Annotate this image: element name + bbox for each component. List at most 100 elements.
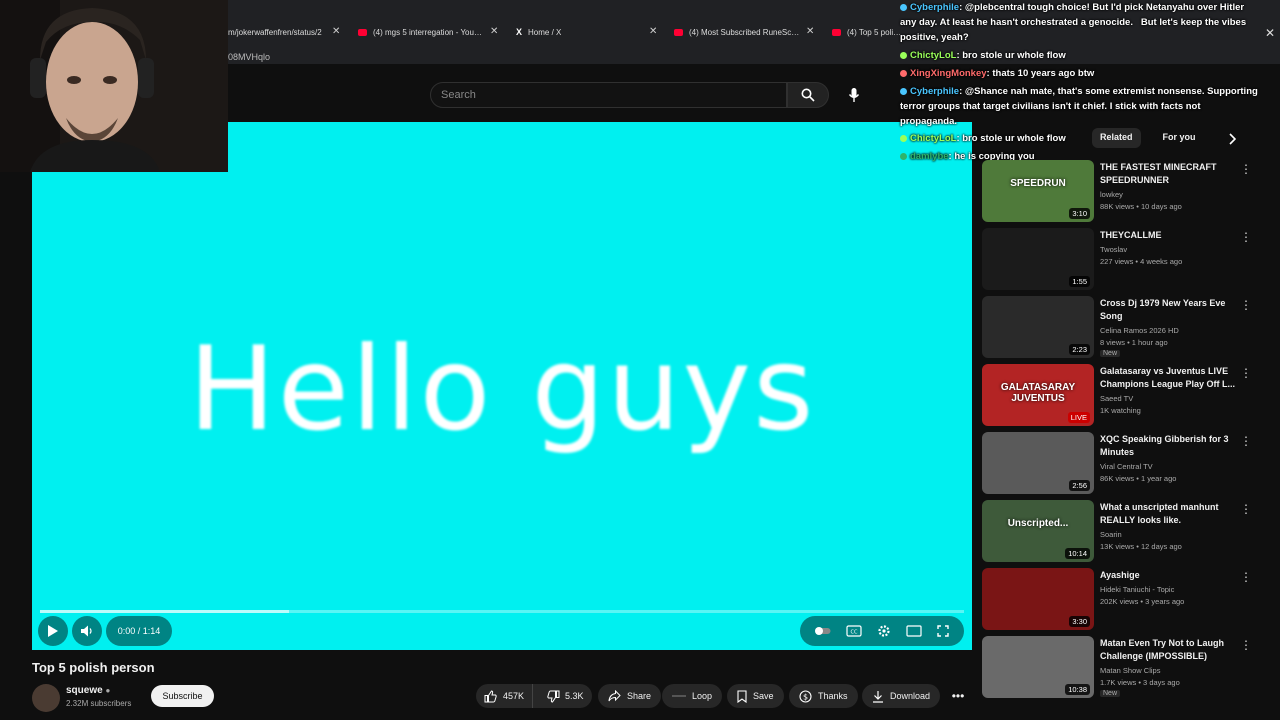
video-thumbnail[interactable]: 2:23 — [982, 296, 1094, 358]
chat-username[interactable]: ChictyLoL — [910, 50, 956, 61]
video-thumbnail[interactable]: 10:38 — [982, 636, 1094, 698]
browser-tab-label: (4) mgs 5 interregation - YouTube — [373, 27, 484, 37]
recommendation-channel[interactable]: Hideki Taniuchi - Topic — [1100, 585, 1174, 594]
recommendation-meta: 1K watching — [1100, 406, 1141, 415]
recommendation-item[interactable]: 2:23 Cross Dj 1979 New Years Eve Song Celi… — [982, 296, 1272, 362]
settings-gear-icon[interactable] — [877, 624, 891, 638]
video-thumbnail[interactable]: 2:56 — [982, 432, 1094, 494]
video-thumbnail[interactable]: 1:55 — [982, 228, 1094, 290]
recommendation-item[interactable]: 10:38 Matan Even Try Not to Laugh Challen… — [982, 636, 1272, 702]
recommendation-meta: 227 views • 4 weeks ago — [1100, 257, 1183, 266]
chat-username[interactable]: Cyberphile — [910, 86, 959, 97]
like-dislike-group: 457K 5.3K — [476, 684, 592, 708]
more-vertical-icon[interactable]: ⋮ — [1240, 434, 1252, 448]
volume-button[interactable] — [72, 616, 102, 646]
browser-tab-1[interactable]: (4) mgs 5 interregation - YouTube — [358, 24, 484, 40]
subscriber-count: 2.32M subscribers — [66, 699, 132, 708]
recommendation-title[interactable]: Ayashige — [1100, 569, 1240, 582]
address-bar[interactable]: 08MVHqlo — [228, 52, 270, 70]
video-duration: LIVE — [1067, 412, 1090, 423]
channel-name[interactable]: squewe ● — [66, 685, 110, 696]
recommendation-channel[interactable]: Viral Central TV — [1100, 462, 1153, 471]
recommendation-channel[interactable]: Celina Ramos 2026 HD — [1100, 326, 1179, 335]
like-button[interactable]: 457K — [476, 684, 534, 708]
recommendation-title[interactable]: Galatasaray vs Juventus LIVE Champions L… — [1100, 365, 1240, 391]
recommendation-title[interactable]: THE FASTEST MINECRAFT SPEEDRUNNER — [1100, 161, 1240, 187]
more-vertical-icon[interactable]: ⋮ — [1240, 570, 1252, 584]
recommendation-title[interactable]: THEYCALLME — [1100, 229, 1240, 242]
close-icon[interactable]: ✕ — [649, 26, 657, 37]
loop-label: Loop — [692, 691, 713, 701]
download-button[interactable]: Download — [862, 684, 941, 708]
recommendation-channel[interactable]: Soarin — [1100, 530, 1122, 539]
browser-tab-3[interactable]: (4) Most Subscribed RuneScape — [674, 24, 800, 40]
voice-search-button[interactable] — [840, 81, 868, 109]
browser-tab-0[interactable]: m/jokerwaffenfren/status/2 — [228, 24, 328, 40]
autoplay-toggle-icon[interactable] — [815, 626, 831, 636]
close-icon[interactable]: ✕ — [806, 26, 814, 37]
recommendation-item[interactable]: GALATASARAY JUVENTUS LIVE Galatasaray vs J… — [982, 364, 1272, 430]
video-thumbnail[interactable]: 3:30 — [982, 568, 1094, 630]
user-badge-icon — [900, 51, 907, 59]
chat-username[interactable]: ChictyLoL — [910, 133, 956, 144]
user-badge-icon — [900, 87, 907, 95]
more-vertical-icon[interactable]: ⋮ — [1240, 502, 1252, 516]
loop-button[interactable]: Loop — [662, 684, 723, 708]
play-button[interactable] — [38, 616, 68, 646]
video-thumbnail[interactable]: GALATASARAY JUVENTUS LIVE — [982, 364, 1094, 426]
recommendation-item[interactable]: 1:55 THEYCALLME Twoslav 227 views • 4 weeks… — [982, 228, 1272, 294]
recommendation-channel[interactable]: Matan Show Clips — [1100, 666, 1160, 675]
more-vertical-icon[interactable]: ⋮ — [1240, 366, 1252, 380]
recommendation-channel[interactable]: Twoslav — [1100, 245, 1127, 254]
chat-message: ChictyLoL: bro stole ur whole flow — [900, 131, 1260, 146]
save-label: Save — [753, 691, 774, 701]
close-icon[interactable]: ✕ — [490, 26, 498, 37]
progress-bar[interactable] — [40, 610, 964, 613]
video-duration: 2:56 — [1069, 480, 1090, 491]
subscribe-button[interactable]: Subscribe — [151, 685, 214, 707]
new-badge: New — [1100, 350, 1121, 357]
thanks-button[interactable]: $ Thanks — [789, 684, 858, 708]
more-vertical-icon[interactable]: ⋮ — [1240, 298, 1252, 312]
thumbs-up-icon — [484, 689, 497, 702]
recommendation-item[interactable]: SPEEDRUN 3:10 THE FASTEST MINECRAFT SPEEDR… — [982, 160, 1272, 226]
video-player[interactable]: Hello guys 0:00 / 1:14 CC — [32, 122, 972, 650]
save-button[interactable]: Save — [727, 684, 784, 708]
recommendation-title[interactable]: XQC Speaking Gibberish for 3 Minutes — [1100, 433, 1240, 459]
search-input[interactable]: Search — [430, 82, 787, 108]
user-badge-icon — [900, 69, 907, 77]
recommendation-channel[interactable]: Saeed TV — [1100, 394, 1133, 403]
fullscreen-icon[interactable] — [936, 625, 949, 637]
video-thumbnail[interactable]: SPEEDRUN 3:10 — [982, 160, 1094, 222]
browser-tab-4[interactable]: (4) Top 5 polish person - YouTube — [832, 24, 902, 40]
dislike-button[interactable]: 5.3K — [539, 684, 592, 708]
chat-username[interactable]: damlybe — [910, 151, 949, 162]
thanks-icon: $ — [799, 689, 812, 703]
recommendation-title[interactable]: Cross Dj 1979 New Years Eve Song — [1100, 297, 1240, 323]
captions-icon[interactable]: CC — [846, 625, 862, 637]
search-button[interactable] — [787, 82, 829, 108]
recommendation-title[interactable]: What a unscripted manhunt REALLY looks l… — [1100, 501, 1240, 527]
recommendation-title[interactable]: Matan Even Try Not to Laugh Challenge (I… — [1100, 637, 1240, 663]
recommendation-channel[interactable]: lowkey — [1100, 190, 1123, 199]
more-horizontal-icon: ••• — [951, 689, 965, 703]
recommendation-item[interactable]: Unscripted... 10:14 What a unscripted manh… — [982, 500, 1272, 566]
share-button[interactable]: Share — [598, 684, 662, 708]
chat-text: : bro stole ur whole flow — [956, 50, 1066, 61]
more-vertical-icon[interactable]: ⋮ — [1240, 230, 1252, 244]
channel-avatar[interactable] — [32, 684, 60, 712]
chat-username[interactable]: Cyberphile — [910, 2, 959, 13]
video-thumbnail[interactable]: Unscripted... 10:14 — [982, 500, 1094, 562]
browser-tab-2[interactable]: X Home / X — [516, 24, 636, 40]
chat-username[interactable]: XingXingMonkey — [910, 68, 987, 79]
more-vertical-icon[interactable]: ⋮ — [1240, 162, 1252, 176]
youtube-icon — [358, 28, 367, 36]
recommendation-item[interactable]: 3:30 Ayashige Hideki Taniuchi - Topic 202K … — [982, 568, 1272, 634]
more-actions-button[interactable]: ••• — [944, 684, 972, 708]
more-vertical-icon[interactable]: ⋮ — [1240, 638, 1252, 652]
recommendation-item[interactable]: 2:56 XQC Speaking Gibberish for 3 Minutes… — [982, 432, 1272, 498]
theater-mode-icon[interactable] — [906, 625, 922, 637]
close-icon[interactable]: ✕ — [332, 26, 340, 37]
progress-buffer — [40, 610, 290, 613]
thumbnail-text: Unscripted... — [1007, 518, 1069, 529]
